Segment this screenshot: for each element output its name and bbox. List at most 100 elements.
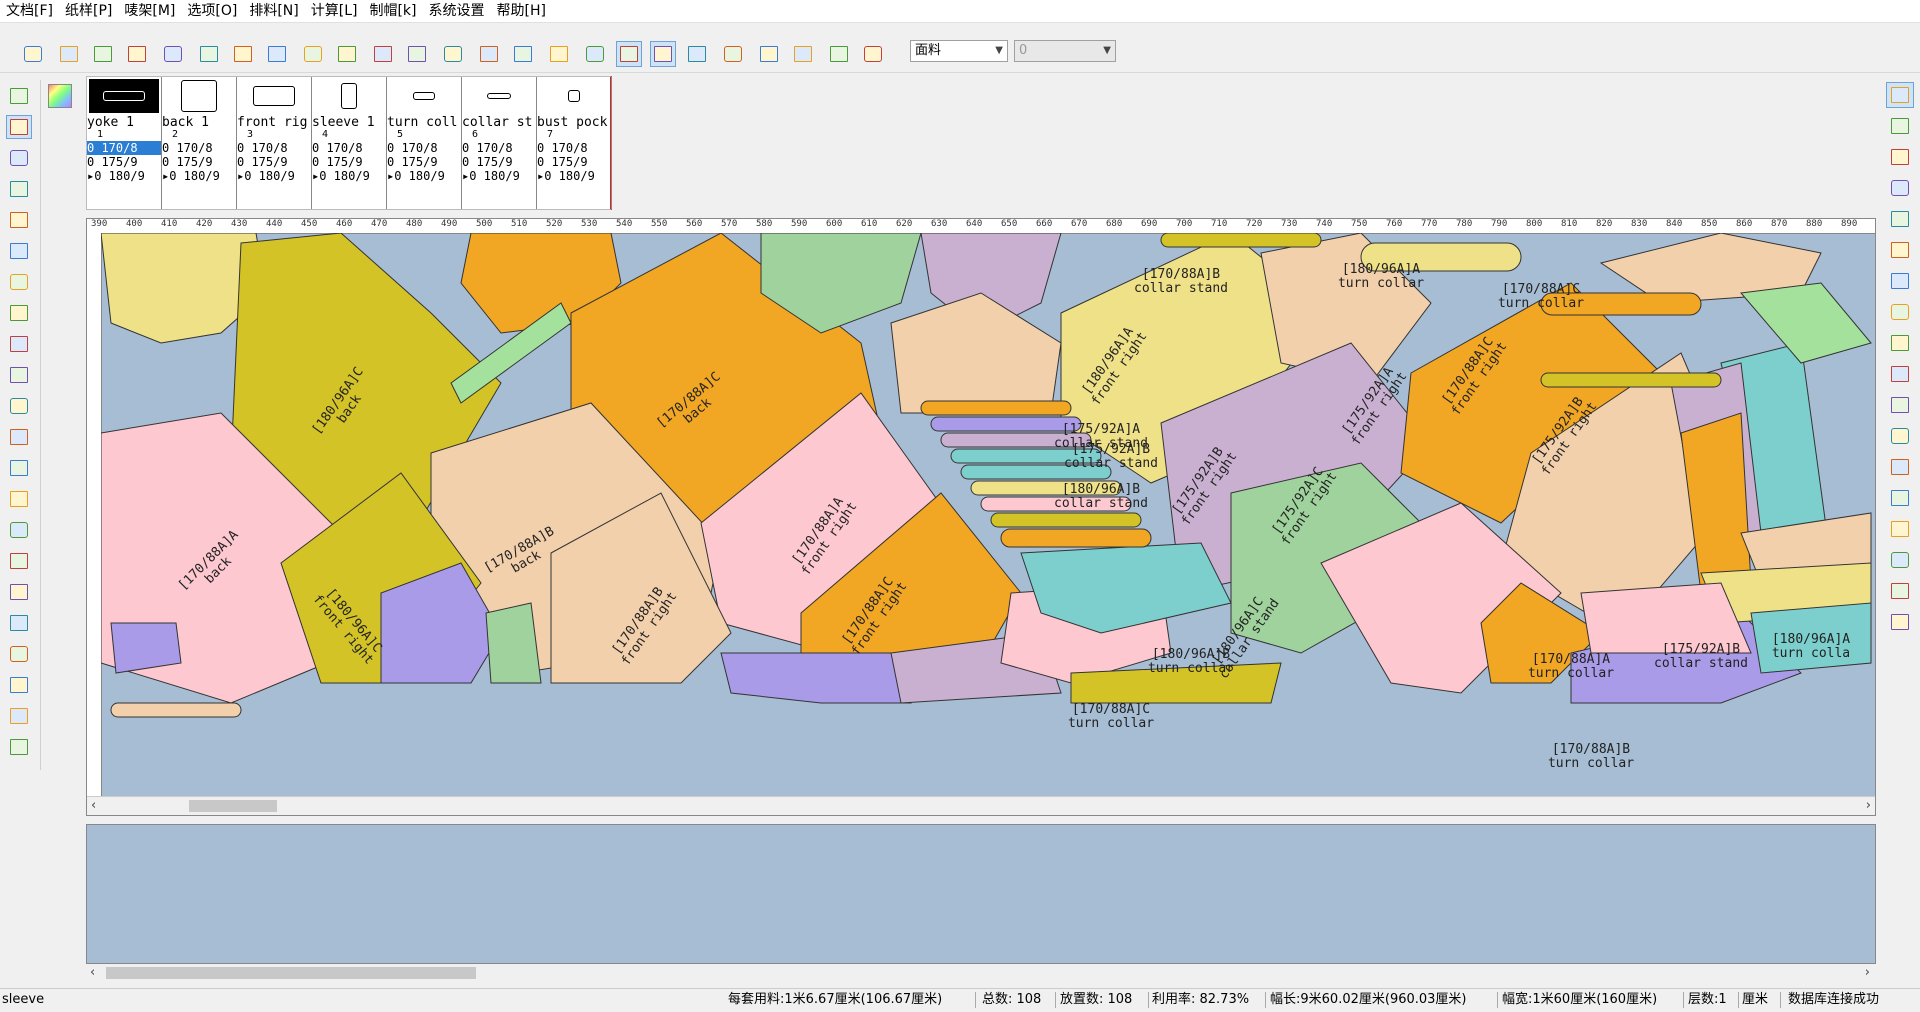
- piece-size-row[interactable]: ▸0 180/9: [462, 169, 536, 183]
- save-button[interactable]: [160, 41, 186, 67]
- marker-hscrollbar[interactable]: ‹ ›: [87, 796, 1875, 815]
- piece-thumbnail[interactable]: [389, 79, 459, 113]
- marker-piece[interactable]: [890, 292, 1062, 414]
- scroll-left-icon[interactable]: ‹: [90, 965, 95, 980]
- split-tool[interactable]: [6, 301, 32, 325]
- piece-button[interactable]: [582, 41, 608, 67]
- marker-layout[interactable]: [180/96A]Cback [170/88A]Cback[170/88A]Bba…: [101, 233, 1875, 799]
- piece-size-row[interactable]: ▸0 180/9: [87, 169, 161, 183]
- marker-strip[interactable]: [920, 400, 1072, 416]
- lock-tool[interactable]: [1886, 330, 1914, 356]
- open-folder-button[interactable]: [20, 41, 46, 67]
- marker-piece[interactable]: [1740, 282, 1872, 364]
- piece-size-row[interactable]: 0 175/9: [312, 155, 386, 169]
- menu-calculate[interactable]: 计算[L]: [305, 0, 364, 22]
- piece-size-row[interactable]: ▸0 180/9: [162, 169, 236, 183]
- piece-column[interactable]: back 12 0 170/8 0 175/9 ▸0 180/9: [162, 77, 237, 209]
- rect-tool[interactable]: [1886, 361, 1914, 387]
- color-palette-icon[interactable]: [48, 84, 72, 108]
- flip-button[interactable]: [756, 41, 782, 67]
- plot-button[interactable]: [230, 41, 256, 67]
- cut-tool[interactable]: [6, 394, 32, 418]
- marker-strip[interactable]: [1540, 372, 1722, 388]
- marker-strip[interactable]: [1160, 233, 1322, 248]
- piece-thumbnail[interactable]: [464, 79, 534, 113]
- paste-tool[interactable]: [1886, 299, 1914, 325]
- view-zoom-tool[interactable]: [1886, 82, 1914, 108]
- preview-button[interactable]: [264, 41, 290, 67]
- piece-column[interactable]: collar st 6 0 170/8 0 175/9 ▸0 180/9: [462, 77, 537, 209]
- magnify-tool[interactable]: [6, 270, 32, 294]
- size-select[interactable]: 0 ▼: [1014, 40, 1116, 62]
- scroll-right-icon[interactable]: ›: [1865, 965, 1870, 980]
- menu-marker[interactable]: 唛架[M]: [118, 0, 181, 22]
- zoom-in-tool[interactable]: [6, 146, 32, 170]
- bottom-hscrollbar[interactable]: ‹ ›: [86, 964, 1876, 982]
- text-button[interactable]: [546, 41, 572, 67]
- piece-column[interactable]: front rig 3 0 170/8 0 175/9 ▸0 180/9: [237, 77, 312, 209]
- piece-size-row[interactable]: 0 170/8: [537, 141, 611, 155]
- grid-tool[interactable]: [1886, 485, 1914, 511]
- text-tool-tool[interactable]: [6, 487, 32, 511]
- color-wheel-button[interactable]: [476, 41, 502, 67]
- piece-join-tool[interactable]: [6, 642, 32, 666]
- layout-view-button[interactable]: [616, 41, 642, 67]
- zoom-in-tool[interactable]: [1886, 113, 1914, 139]
- scroll-right-icon[interactable]: ›: [1866, 798, 1871, 813]
- layers-button[interactable]: [860, 41, 886, 67]
- table-tool[interactable]: [1886, 609, 1914, 635]
- marker-piece[interactable]: [485, 602, 542, 684]
- piece-size-row[interactable]: 0 175/9: [162, 155, 236, 169]
- menu-pattern[interactable]: 纸样[P]: [59, 0, 118, 22]
- overlap-tool[interactable]: [1886, 268, 1914, 294]
- piece-thumbnail[interactable]: [239, 79, 309, 113]
- menu-options[interactable]: 选项[O]: [181, 0, 243, 22]
- piece-size-row[interactable]: 0 170/8: [462, 141, 536, 155]
- rotate-button[interactable]: [720, 41, 746, 67]
- zoom-fit-tool[interactable]: [6, 704, 32, 728]
- unplaced-pieces-pane[interactable]: [86, 824, 1876, 964]
- color-tool[interactable]: [1886, 392, 1914, 418]
- open-marker-button[interactable]: [370, 41, 396, 67]
- piece-size-row[interactable]: 0 170/8: [312, 141, 386, 155]
- piece-size-row[interactable]: ▸0 180/9: [312, 169, 386, 183]
- piece-thumbnail[interactable]: [314, 79, 384, 113]
- refresh-tool[interactable]: [6, 549, 32, 573]
- piece-size-row[interactable]: 0 170/8: [237, 141, 311, 155]
- menu-help[interactable]: 帮助[H]: [491, 0, 552, 22]
- cloud-tool[interactable]: [1886, 175, 1914, 201]
- zoom-area-tool[interactable]: [6, 115, 32, 139]
- piece-column[interactable]: bust pock 7 0 170/8 0 175/9 ▸0 180/9: [537, 77, 612, 209]
- tools-button[interactable]: [440, 41, 466, 67]
- marker-strip[interactable]: [990, 512, 1142, 528]
- piece-move-tool[interactable]: [6, 611, 32, 635]
- scroll-thumb[interactable]: [106, 967, 476, 979]
- stack-tool[interactable]: [1886, 237, 1914, 263]
- copy-piece-tool[interactable]: [6, 239, 32, 263]
- marker-strip[interactable]: [110, 702, 242, 718]
- piece-size-row[interactable]: 0 175/9: [237, 155, 311, 169]
- piece-delete-tool[interactable]: [6, 673, 32, 697]
- piece-column[interactable]: yoke 11 0 170/8 0 175/9 ▸0 180/9: [87, 77, 162, 209]
- stamp-tool[interactable]: [6, 425, 32, 449]
- piece-size-row[interactable]: 0 175/9: [387, 155, 461, 169]
- ruler-tool[interactable]: [6, 332, 32, 356]
- piece-size-row[interactable]: ▸0 180/9: [537, 169, 611, 183]
- piece-column[interactable]: turn coll 5 0 170/8 0 175/9 ▸0 180/9: [387, 77, 462, 209]
- download-tool[interactable]: [1886, 516, 1914, 542]
- piece-size-row[interactable]: ▸0 180/9: [387, 169, 461, 183]
- menu-layout[interactable]: 排料[N]: [243, 0, 304, 22]
- piece-size-row[interactable]: 0 170/8: [162, 141, 236, 155]
- layers-tool[interactable]: [6, 456, 32, 480]
- marker-piece[interactable]: [1680, 412, 1752, 594]
- marker-piece[interactable]: [720, 652, 912, 704]
- scroll-left-icon[interactable]: ‹: [91, 798, 96, 813]
- marker-canvas[interactable]: 390 400 410 420 430 440 450 460 470 480 490 500 510 5…: [86, 218, 1876, 816]
- select-arrow-tool[interactable]: [6, 84, 32, 108]
- piece-size-row[interactable]: 0 170/8: [87, 141, 161, 155]
- fabric-select[interactable]: 面料 ▼: [910, 40, 1008, 62]
- zoom-out-tool[interactable]: [1886, 144, 1914, 170]
- piece-size-row[interactable]: 0 175/9: [462, 155, 536, 169]
- edit-tool[interactable]: [1886, 423, 1914, 449]
- undo-button[interactable]: [300, 41, 326, 67]
